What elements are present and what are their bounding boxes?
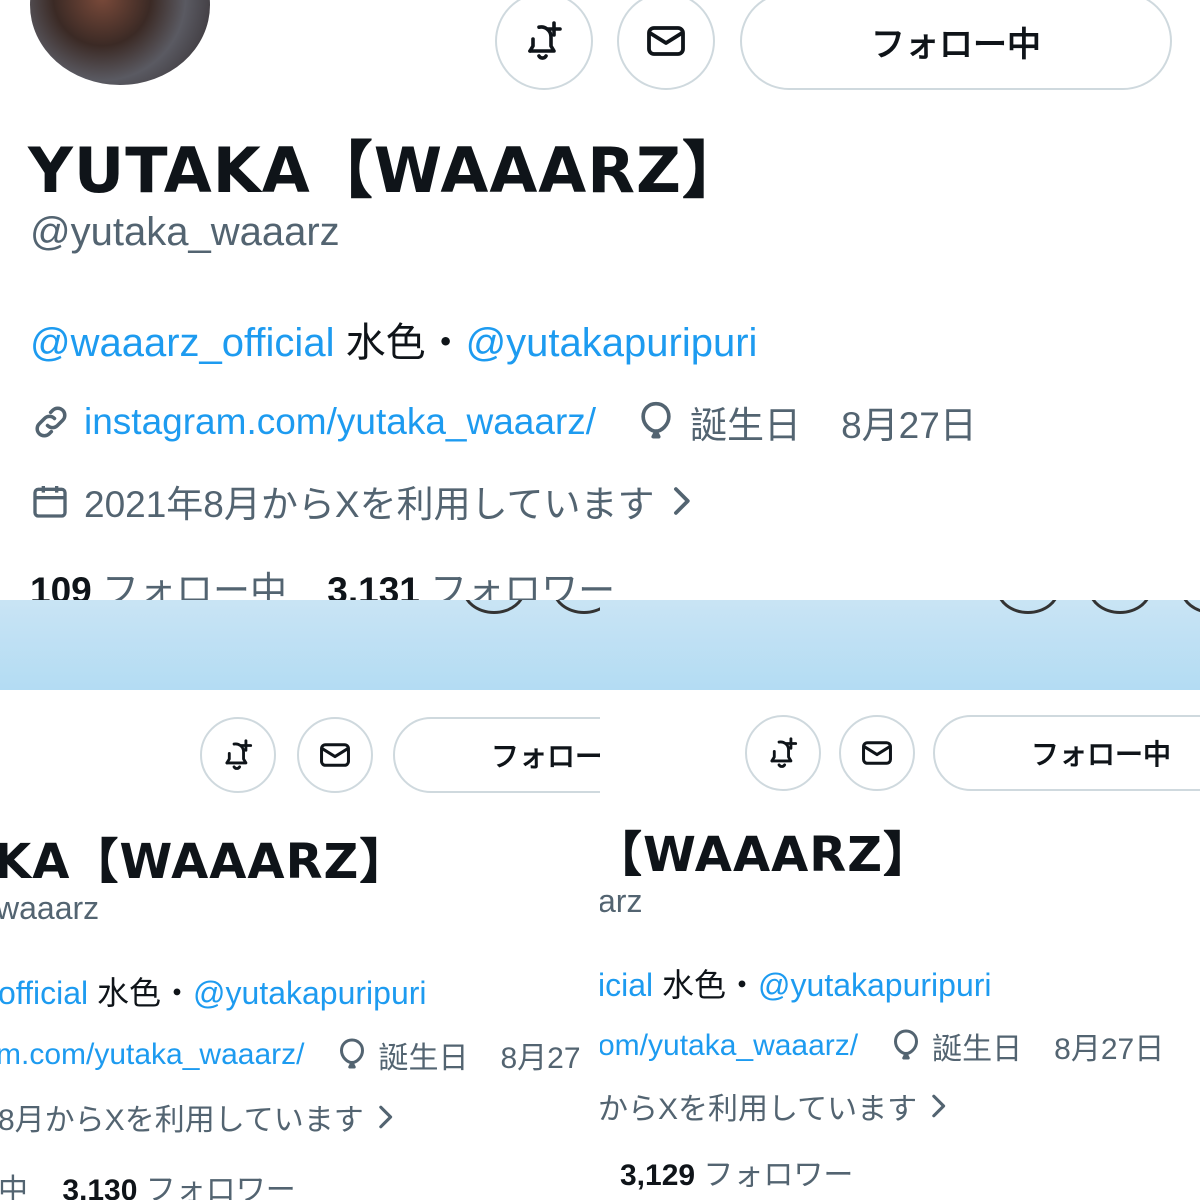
bell-plus-icon xyxy=(520,17,568,65)
notify-button[interactable] xyxy=(745,715,821,791)
joined-row[interactable]: 2021年8月からXを利用しています xyxy=(30,474,692,528)
chevron-right-icon xyxy=(670,484,692,518)
balloon-icon xyxy=(636,400,676,444)
bio-text: 水色・ xyxy=(334,321,466,365)
link-icon xyxy=(30,401,72,443)
birthday-label: 誕生日 xyxy=(932,1033,1023,1066)
following-label[interactable]: 中 xyxy=(0,1174,28,1200)
envelope-icon xyxy=(316,736,354,774)
bio-mention-official[interactable]: @waaarz_official xyxy=(30,321,334,365)
follow-stats: 3,129 フォロワー xyxy=(620,1150,853,1194)
profile-banner xyxy=(600,600,1200,690)
website-link[interactable]: m.com/yutaka_waaarz/ xyxy=(0,1038,304,1072)
follow-stats: 中 3,130 フォロワー xyxy=(0,1165,296,1200)
profile-meta-row: instagram.com/yutaka_waaarz/ 誕生日 8月27日 xyxy=(30,395,977,449)
followers-label: フォロワー xyxy=(145,1174,296,1200)
profile-banner xyxy=(0,600,600,690)
profile-meta-row: m.com/yutaka_waaarz/ 誕生日 8月27 xyxy=(0,1033,581,1077)
bell-plus-icon xyxy=(219,736,257,774)
notify-button[interactable] xyxy=(200,717,276,793)
following-button[interactable]: フォロー xyxy=(393,717,600,793)
bio: official 水色・@yutakapuripuri xyxy=(0,968,427,1014)
profile-screenshot-top: フォロー中 YUTAKA【WAAARZ】 @yutaka_waaarz @waa… xyxy=(0,0,1200,600)
chevron-right-icon xyxy=(376,1103,394,1131)
birthday-value: 8月27日 xyxy=(1054,1033,1165,1066)
profile-screenshot-bottom-left: フォロー KA【WAAARZ】 waaarz official 水色・@yuta… xyxy=(0,600,600,1200)
following-link[interactable]: 109 フォロー中 xyxy=(30,570,287,600)
balloon-icon xyxy=(336,1037,368,1073)
bio-text: 水色・ xyxy=(88,975,194,1011)
website-link[interactable]: instagram.com/yutaka_waaarz/ xyxy=(84,401,596,443)
profile-meta-row: om/yutaka_waaarz/ 誕生日 8月27日 xyxy=(600,1024,1164,1068)
bio-mention-puripuri[interactable]: @yutakapuripuri xyxy=(758,967,991,1003)
user-handle: @yutaka_waaarz xyxy=(30,210,340,254)
balloon-icon xyxy=(890,1028,922,1064)
joined-row[interactable]: からXを利用しています xyxy=(600,1084,947,1128)
bio-mention-puripuri[interactable]: @yutakapuripuri xyxy=(193,975,426,1011)
profile-screenshot-bottom-right: フォロー中 【WAAARZ】 arz icial 水色・@yutakapurip… xyxy=(600,600,1200,1200)
message-button[interactable] xyxy=(297,717,373,793)
joined-date: 2021年8月からXを利用しています xyxy=(84,484,655,525)
following-label: フォロー中 xyxy=(102,570,288,600)
display-name: 【WAAARZ】 xyxy=(600,827,933,883)
joined-date: からXを利用しています xyxy=(600,1093,918,1126)
following-button[interactable]: フォロー中 xyxy=(933,715,1200,791)
followers-label: フォロワー xyxy=(703,1159,854,1192)
bell-plus-icon xyxy=(764,734,802,772)
followers-count: 3,131 xyxy=(327,570,420,600)
birthday-label: 誕生日 xyxy=(690,405,802,446)
notify-button[interactable] xyxy=(495,0,593,90)
follow-stats: 109 フォロー中 3,131 フォロワー xyxy=(30,560,615,600)
joined-date: 8月からXを利用しています xyxy=(0,1104,364,1137)
envelope-icon xyxy=(642,17,690,65)
joined-row[interactable]: 8月からXを利用しています xyxy=(0,1095,394,1139)
chevron-right-icon xyxy=(929,1092,947,1120)
message-button[interactable] xyxy=(839,715,915,791)
bio-text: 水色・ xyxy=(653,967,759,1003)
followers-link[interactable]: 3,129 フォロワー xyxy=(620,1159,853,1192)
followers-count: 3,129 xyxy=(620,1159,696,1192)
bio: @waaarz_official 水色・@yutakapuripuri xyxy=(30,310,757,368)
followers-link[interactable]: 3,130 フォロワー xyxy=(62,1174,295,1200)
birthday-value: 8月27 xyxy=(500,1042,581,1075)
followers-count: 3,130 xyxy=(62,1174,138,1200)
envelope-icon xyxy=(858,734,896,772)
following-button[interactable]: フォロー中 xyxy=(740,0,1172,90)
message-button[interactable] xyxy=(617,0,715,90)
bio-mention-official[interactable]: icial xyxy=(600,967,653,1003)
display-name: KA【WAAARZ】 xyxy=(0,834,409,890)
followers-link[interactable]: 3,131 フォロワー xyxy=(327,570,615,600)
calendar-icon xyxy=(30,480,70,522)
user-handle: waaarz xyxy=(0,890,100,926)
bio-mention-puripuri[interactable]: @yutakapuripuri xyxy=(466,321,758,365)
birthday-label: 誕生日 xyxy=(378,1042,469,1075)
bio-mention-official[interactable]: official xyxy=(0,975,88,1011)
website-link[interactable]: om/yutaka_waaarz/ xyxy=(600,1029,858,1063)
user-handle: arz xyxy=(600,883,643,919)
following-count: 109 xyxy=(30,570,92,600)
profile-avatar[interactable] xyxy=(30,0,210,85)
bio: icial 水色・@yutakapuripuri xyxy=(600,960,992,1006)
display-name: YUTAKA【WAAARZ】 xyxy=(28,134,745,207)
birthday-value: 8月27日 xyxy=(841,405,977,446)
followers-label: フォロワー xyxy=(430,570,616,600)
